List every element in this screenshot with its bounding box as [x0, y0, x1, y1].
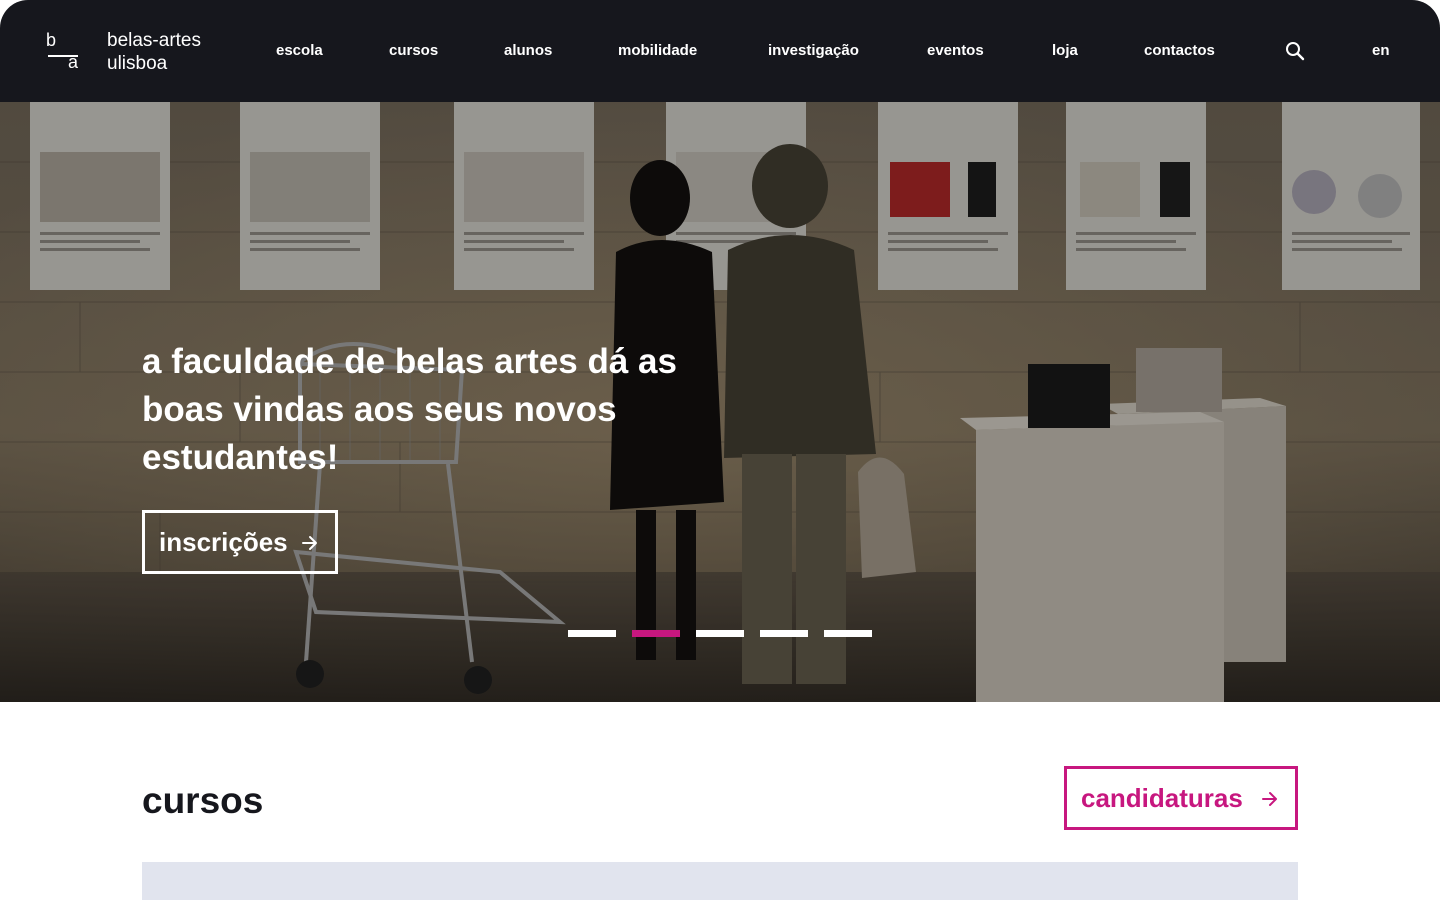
applications-button-label: candidaturas [1081, 783, 1243, 813]
nav-item-investigacao[interactable]: investigação [768, 41, 859, 61]
arrow-right-icon [1262, 792, 1277, 806]
nav-item-alunos[interactable]: alunos [504, 41, 552, 61]
enroll-button-label: inscrições [159, 527, 288, 557]
nav-item-escola[interactable]: escola [276, 41, 323, 61]
enroll-button[interactable]: inscrições [142, 510, 338, 574]
nav-item-cursos[interactable]: cursos [389, 41, 438, 61]
carousel-dot-2[interactable] [632, 630, 680, 637]
language-switch[interactable]: en [1372, 41, 1390, 61]
nav-item-eventos[interactable]: eventos [927, 41, 984, 61]
carousel-dot-5[interactable] [824, 630, 872, 637]
site-header: b a belas-artes ulisboa escola cursos al… [0, 0, 1440, 102]
nav-item-loja[interactable]: loja [1052, 41, 1078, 61]
carousel-dot-4[interactable] [760, 630, 808, 637]
carousel-pagination [568, 630, 872, 638]
search-icon [1286, 42, 1305, 61]
applications-button[interactable]: candidaturas [1064, 766, 1298, 830]
arrow-right-icon [302, 536, 317, 550]
carousel-dot-3[interactable] [696, 630, 744, 637]
page-frame: b a belas-artes ulisboa escola cursos al… [0, 0, 1440, 900]
carousel-dot-1[interactable] [568, 630, 616, 637]
courses-section-title: cursos [142, 780, 264, 821]
hero-headline: a faculdade de belas artes dá as boas vi… [142, 342, 677, 477]
search-button[interactable] [1284, 40, 1306, 62]
courses-panel [142, 862, 1298, 900]
nav-item-mobilidade[interactable]: mobilidade [618, 41, 697, 61]
main-nav: escola cursos alunos mobilidade investig… [0, 0, 1440, 102]
nav-item-contactos[interactable]: contactos [1144, 41, 1215, 61]
hero-carousel: a faculdade de belas artes dá as boas vi… [0, 102, 1440, 702]
